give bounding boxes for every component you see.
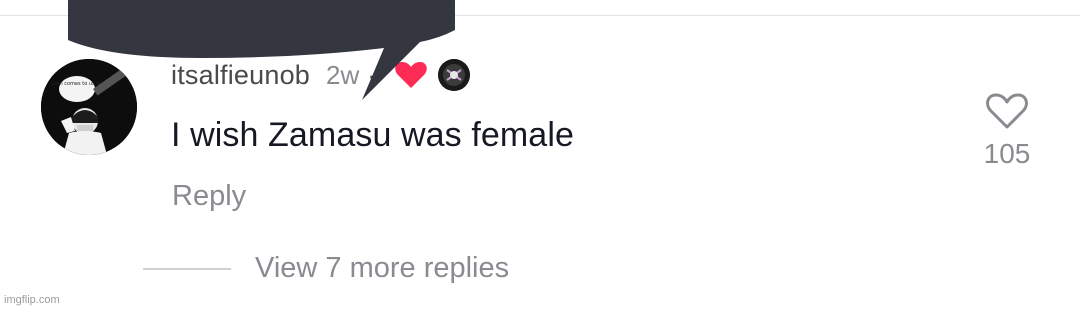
speech-bubble-overlay bbox=[68, 0, 455, 100]
like-control: 105 bbox=[979, 92, 1035, 170]
reply-button[interactable]: Reply bbox=[172, 180, 246, 213]
view-replies-label: View 7 more replies bbox=[255, 252, 510, 284]
watermark: imgflip.com bbox=[4, 294, 60, 306]
like-count: 105 bbox=[983, 138, 1031, 169]
like-heart-icon[interactable] bbox=[986, 92, 1028, 130]
comment-text: I wish Zamasu was female bbox=[171, 116, 574, 154]
replies-divider-line bbox=[143, 267, 231, 270]
view-more-replies-button[interactable]: View 7 more replies bbox=[143, 252, 509, 285]
